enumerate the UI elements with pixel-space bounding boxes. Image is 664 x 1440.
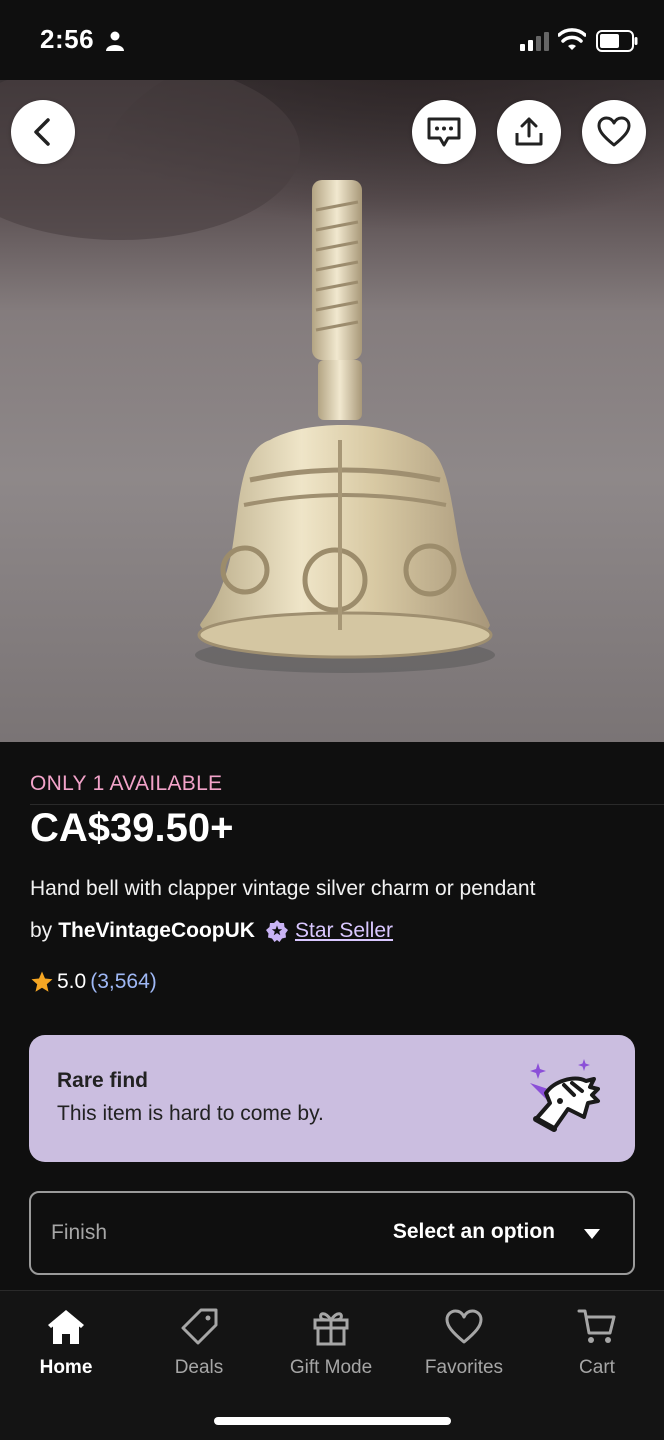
cellular-signal-icon [520, 32, 549, 51]
nav-item-gift-mode[interactable]: Gift Mode [271, 1307, 391, 1387]
star-icon [31, 971, 53, 992]
home-indicator [214, 1417, 451, 1425]
nav-label-deals: Deals [174, 1357, 224, 1378]
person-icon [106, 31, 124, 51]
back-arrow-icon [34, 118, 50, 146]
share-icon [515, 117, 543, 146]
rare-find-title: Rare find [57, 1069, 149, 1092]
tag-icon [181, 1308, 218, 1345]
nav-label-gift-mode: Gift Mode [289, 1357, 373, 1378]
rare-find-description: This item is hard to come by. [57, 1102, 324, 1125]
unicorn-icon [530, 1059, 600, 1132]
star-seller-badge-icon [265, 920, 288, 942]
listing-title: Hand bell with clapper vintage silver ch… [30, 877, 536, 900]
star-seller-link[interactable]: Star Seller [295, 919, 393, 943]
price: CA$39.50+ [30, 806, 234, 850]
heart-icon [445, 1309, 483, 1344]
divider [30, 804, 664, 805]
heart-icon [597, 116, 631, 147]
rating-row[interactable]: 5.0 (3,564) [30, 970, 157, 994]
cart-icon [577, 1309, 616, 1343]
nav-item-home[interactable]: Home [6, 1307, 126, 1387]
finish-label: Finish [51, 1221, 108, 1244]
nav-label-favorites: Favorites [424, 1357, 504, 1378]
gift-icon [313, 1312, 349, 1346]
listing-image[interactable] [0, 80, 664, 742]
availability-label: ONLY 1 AVAILABLE [30, 772, 223, 795]
status-bar: 2:56 [0, 0, 664, 80]
status-time: 2:56 [40, 24, 95, 54]
silver-hand-bell-photo [0, 80, 664, 742]
rating-value: 5.0 [57, 970, 87, 993]
back-button[interactable] [11, 100, 75, 164]
seller-row: by TheVintageCoopUK Star Seller [30, 919, 393, 943]
seller-prefix: by [30, 919, 53, 942]
seller-name-link[interactable]: TheVintageCoopUK [58, 919, 255, 943]
favorite-button[interactable] [582, 100, 646, 164]
nav-item-favorites[interactable]: Favorites [404, 1307, 524, 1387]
nav-item-cart[interactable]: Cart [537, 1307, 657, 1387]
caret-down-icon [584, 1229, 600, 1239]
share-button[interactable] [497, 100, 561, 164]
review-count-link[interactable]: (3,564) [90, 970, 157, 994]
nav-item-deals[interactable]: Deals [139, 1307, 259, 1387]
wifi-icon [558, 28, 586, 50]
home-icon [48, 1310, 84, 1344]
rare-find-card: Rare find This item is hard to come by. [29, 1035, 635, 1162]
message-icon [427, 117, 461, 147]
finish-selected-value: Select an option [392, 1220, 555, 1243]
nav-label-home: Home [39, 1357, 93, 1378]
finish-select[interactable]: Finish Select an option [29, 1191, 635, 1275]
battery-icon [596, 30, 638, 52]
bottom-navigation: Home Deals Gift Mode Favorites Cart [0, 1290, 664, 1440]
nav-label-cart: Cart [579, 1357, 615, 1378]
message-seller-button[interactable] [412, 100, 476, 164]
